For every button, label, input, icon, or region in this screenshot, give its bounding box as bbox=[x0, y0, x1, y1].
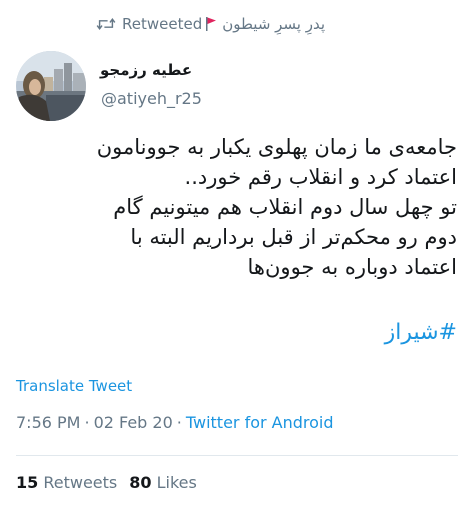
author-display-name[interactable]: عطیه رزمجو bbox=[100, 61, 192, 79]
likes-count: 80 bbox=[129, 473, 152, 492]
tweet-source-link[interactable]: Twitter for Android bbox=[186, 413, 334, 432]
meta-separator: · bbox=[84, 413, 90, 432]
retweets-stat[interactable]: 15 Retweets bbox=[16, 473, 117, 492]
avatar-image bbox=[16, 51, 86, 121]
tweet-text: جامعه‌ی ما زمان پهلوی یکبار به جوونامون … bbox=[96, 135, 457, 279]
retweeted-label: Retweeted bbox=[122, 15, 203, 33]
divider bbox=[16, 455, 458, 456]
meta-separator: · bbox=[176, 413, 182, 432]
tweet-date: 02 Feb 20 bbox=[93, 413, 173, 432]
hashtag-link[interactable]: #شیراز bbox=[385, 320, 457, 345]
retweet-context: Retweeted پدرِ پسرِ شیطون bbox=[96, 12, 325, 36]
red-flag-icon bbox=[206, 17, 217, 31]
retweet-icon bbox=[96, 18, 116, 30]
likes-label: Likes bbox=[156, 473, 197, 492]
author-username[interactable]: @atiyeh_r25 bbox=[101, 89, 202, 108]
tweet-meta: 7:56 PM · 02 Feb 20 · Twitter for Android bbox=[16, 413, 334, 432]
retweets-label: Retweets bbox=[43, 473, 118, 492]
engagement-stats: 15 Retweets 80 Likes bbox=[16, 473, 197, 492]
tweet-time: 7:56 PM bbox=[16, 413, 81, 432]
retweeter-name[interactable]: پدرِ پسرِ شیطون bbox=[222, 15, 325, 33]
avatar[interactable] bbox=[16, 51, 86, 121]
translate-tweet-link[interactable]: Translate Tweet bbox=[16, 377, 132, 395]
likes-stat[interactable]: 80 Likes bbox=[129, 473, 197, 492]
retweets-count: 15 bbox=[16, 473, 39, 492]
